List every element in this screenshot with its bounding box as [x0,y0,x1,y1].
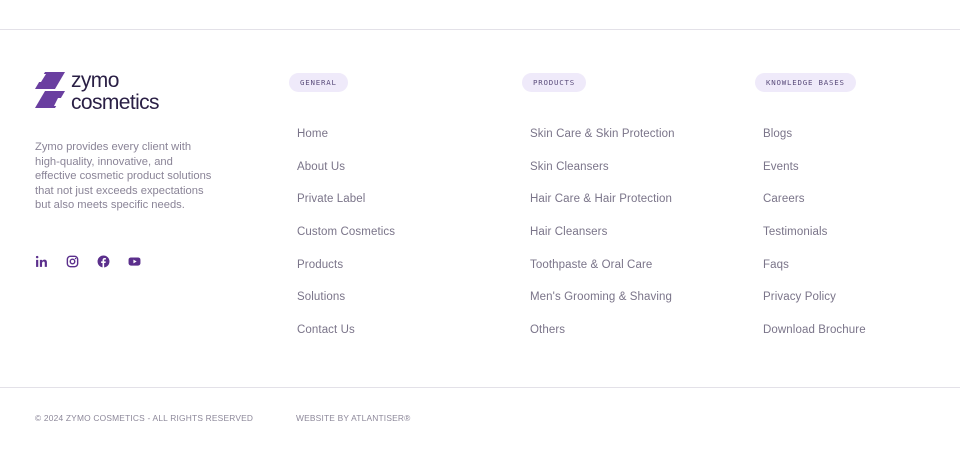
footer-link-home[interactable]: Home [297,128,328,140]
footer-link-custom-cosmetics[interactable]: Custom Cosmetics [297,226,395,238]
zymo-logo-mark-icon [35,72,65,108]
knowledge-links: Blogs Events Careers Testimonials Faqs P… [763,124,960,353]
facebook-icon [97,255,110,268]
brand-name-line1: zymo [71,69,119,92]
footer-link-hair-care[interactable]: Hair Care & Hair Protection [530,193,672,205]
youtube-icon [128,257,141,266]
footer-link-skin-cleansers[interactable]: Skin Cleansers [530,161,609,173]
footer-link-skin-care[interactable]: Skin Care & Skin Protection [530,128,675,140]
brand-description: Zymo provides every client with high-qua… [35,141,212,212]
copyright-text: © 2024 ZYMO COSMETICS - ALL RIGHTS RESER… [35,413,254,423]
youtube-link[interactable] [128,255,141,268]
instagram-icon [66,255,79,268]
column-heading-knowledge-bases: KNOWLEDGE BASES [755,73,856,92]
brand-logo[interactable]: zymo cosmetics [35,69,160,114]
footer-link-events[interactable]: Events [763,161,799,173]
footer-link-mens-grooming[interactable]: Men's Grooming & Shaving [530,291,672,303]
footer-column-products: PRODUCTS Skin Care & Skin Protection Ski… [522,72,675,336]
top-divider [0,29,960,30]
footer-link-blogs[interactable]: Blogs [763,128,792,140]
footer-link-privacy-policy[interactable]: Privacy Policy [763,291,836,303]
footer-link-solutions[interactable]: Solutions [297,291,345,303]
footer-link-careers[interactable]: Careers [763,193,805,205]
footer-link-faqs[interactable]: Faqs [763,259,789,271]
general-links: Home About Us Private Label Custom Cosme… [297,124,497,353]
social-links [35,255,159,268]
column-heading-products: PRODUCTS [522,73,586,92]
footer-link-download-brochure[interactable]: Download Brochure [763,324,866,336]
bottom-divider [0,387,960,388]
brand-name-line2: cosmetics [71,91,160,114]
website-credit-link[interactable]: WEBSITE BY ATLANTISER® [296,413,411,423]
footer-column-general: GENERAL Home About Us Private Label Cust… [289,72,395,336]
footer-link-about-us[interactable]: About Us [297,161,345,173]
footer-link-contact-us[interactable]: Contact Us [297,324,355,336]
footer-link-private-label[interactable]: Private Label [297,193,365,205]
products-links: Skin Care & Skin Protection Skin Cleanse… [530,124,730,353]
linkedin-link[interactable] [35,255,48,268]
brand-wordmark: zymo cosmetics [71,69,160,114]
footer-link-hair-cleansers[interactable]: Hair Cleansers [530,226,607,238]
footer-link-products[interactable]: Products [297,259,343,271]
footer-link-toothpaste[interactable]: Toothpaste & Oral Care [530,259,652,271]
footer-column-knowledge-bases: KNOWLEDGE BASES Blogs Events Careers Tes… [755,72,866,336]
footer-link-others[interactable]: Others [530,324,565,336]
column-heading-general: GENERAL [289,73,348,92]
instagram-link[interactable] [66,255,79,268]
footer-link-testimonials[interactable]: Testimonials [763,226,827,238]
facebook-link[interactable] [97,255,110,268]
linkedin-icon [35,255,47,267]
